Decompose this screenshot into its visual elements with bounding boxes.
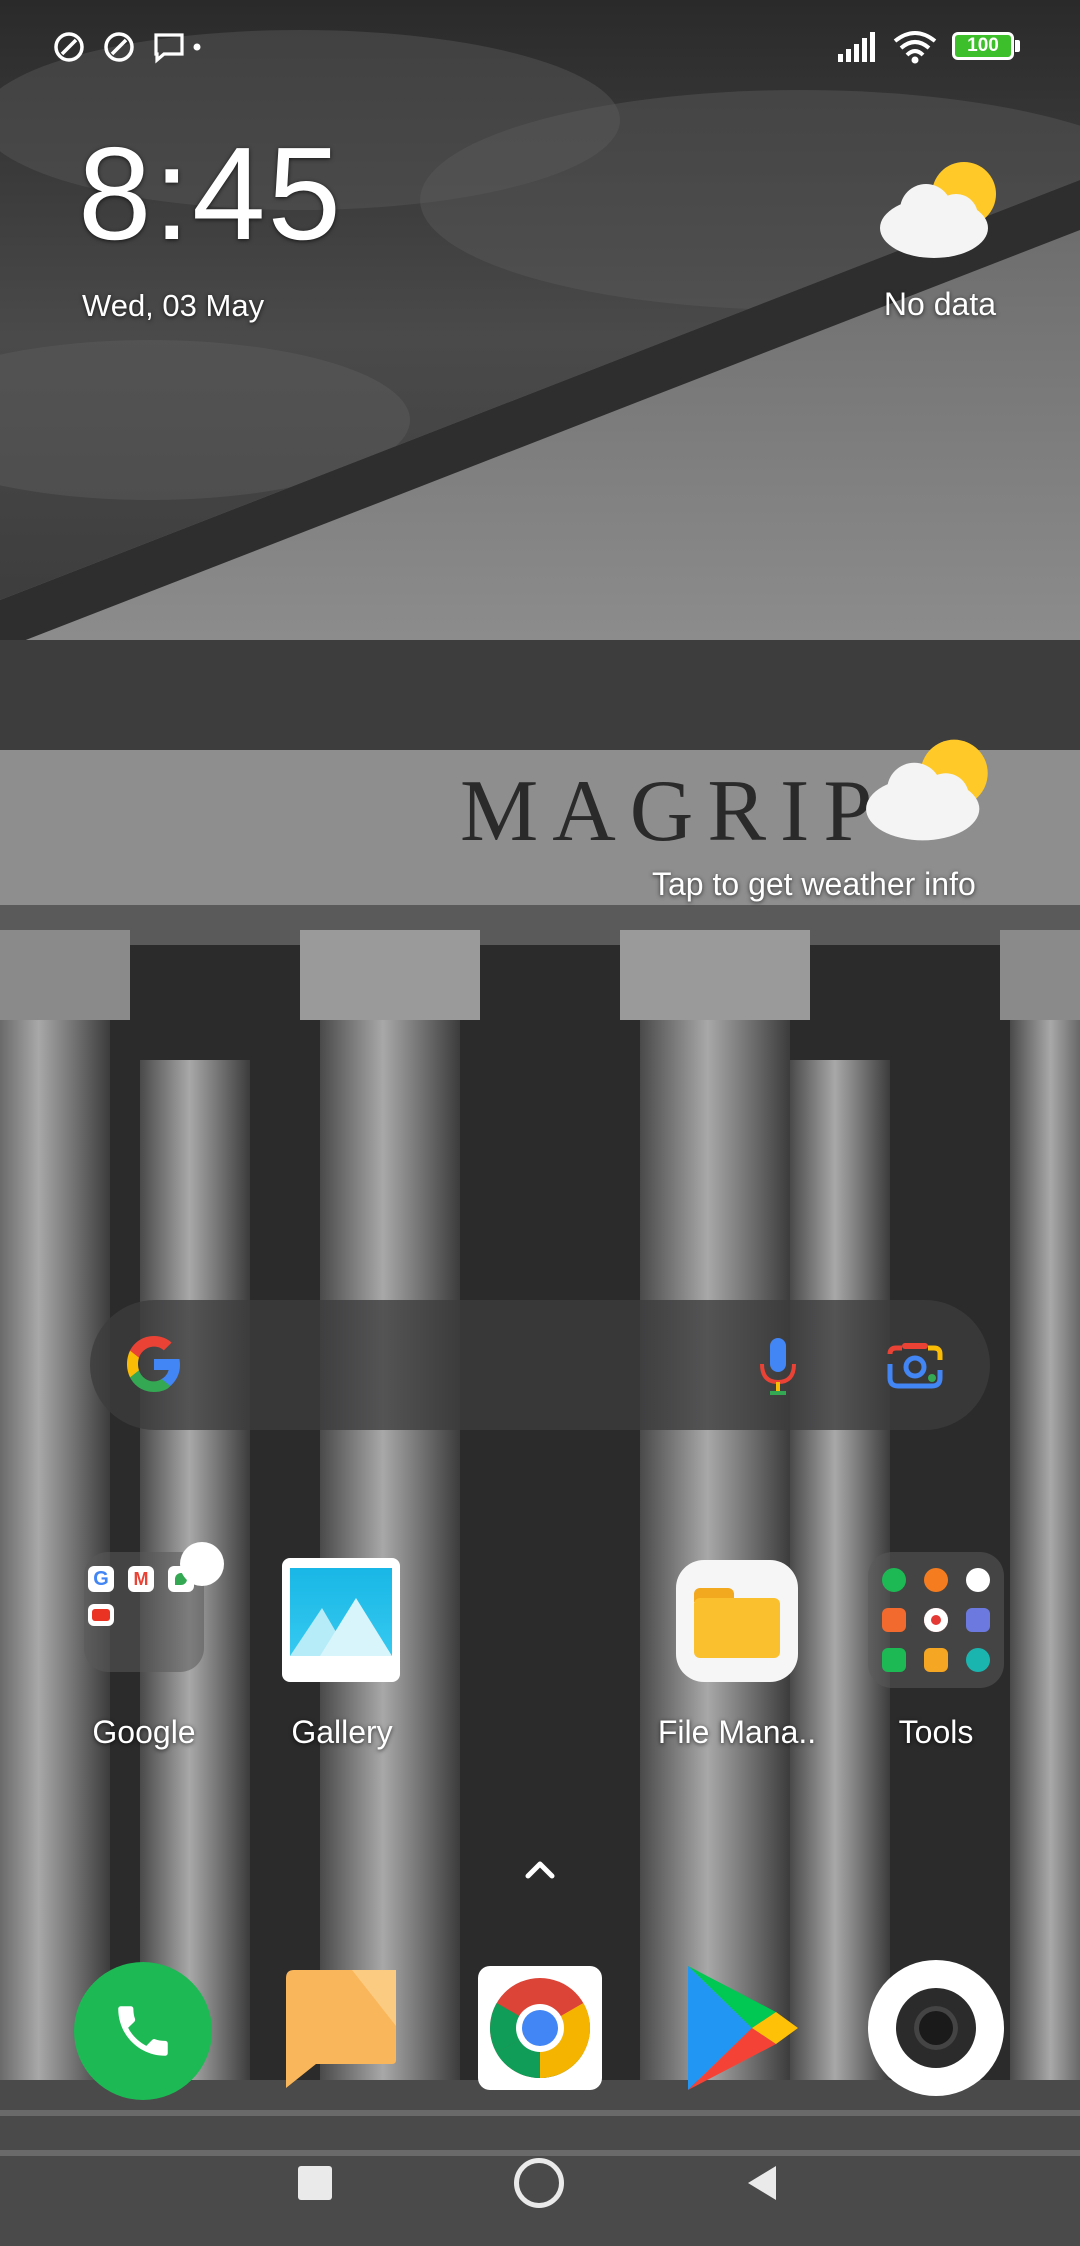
compass-mini-icon: [966, 1648, 990, 1672]
clock-mini-icon: [966, 1568, 990, 1592]
phone-handset-icon: [118, 2006, 168, 2056]
auto-sync-icon: [104, 32, 134, 62]
google-logo-icon[interactable]: [122, 1332, 186, 1396]
downloads-mini-icon: [882, 1648, 906, 1672]
clock-time[interactable]: 8:45: [78, 128, 343, 260]
screen-recorder-mini-icon: [882, 1608, 906, 1632]
chrome-icon[interactable]: [478, 1966, 602, 2090]
camera-lens-inner: [914, 2006, 958, 2050]
google-search-bar[interactable]: [90, 1300, 990, 1430]
home-button[interactable]: [514, 2158, 564, 2208]
youtube-mini-icon: [88, 1604, 114, 1626]
chevron-up-icon[interactable]: [522, 1858, 558, 1882]
signal-icon: [838, 32, 875, 62]
wallpaper: MAGRIP: [0, 0, 1080, 2246]
google-mini-icon: G: [88, 1566, 114, 1592]
notification-dot: [180, 1542, 224, 1586]
recents-button[interactable]: [298, 2166, 332, 2200]
phone-icon[interactable]: [74, 1962, 212, 2100]
back-button[interactable]: [744, 2164, 778, 2202]
clock-date[interactable]: Wed, 03 May: [82, 288, 264, 324]
message-icon: [154, 33, 184, 64]
gmail-mini-icon: M: [128, 1566, 154, 1592]
battery-level: 100: [967, 35, 999, 56]
mic-icon[interactable]: [756, 1336, 800, 1398]
app-label-file-manager[interactable]: File Mana..: [637, 1714, 837, 1751]
messaging-icon[interactable]: [282, 1966, 400, 2092]
gallery-picture: [290, 1568, 392, 1656]
partly-cloudy-icon[interactable]: [864, 735, 994, 845]
app-label-google[interactable]: Google: [44, 1714, 244, 1751]
dot-icon: [193, 43, 201, 51]
play-store-icon[interactable]: [680, 1962, 802, 2094]
scanner-mini-icon: [966, 1608, 990, 1632]
wifi-icon: [893, 31, 937, 64]
weather-hint-text[interactable]: Tap to get weather info: [652, 866, 976, 903]
camera-icon[interactable]: [868, 1960, 1004, 2096]
wallpaper-inscription: MAGRIP: [460, 763, 886, 860]
battery-icon: 100: [952, 32, 1014, 60]
file-manager-icon[interactable]: [676, 1560, 798, 1682]
calculator-mini-icon: [924, 1568, 948, 1592]
battery-tip: [1015, 40, 1020, 52]
tools-folder-icon[interactable]: [868, 1552, 1004, 1688]
folder-body: [694, 1598, 780, 1658]
partly-cloudy-icon[interactable]: [878, 160, 1002, 260]
notes-mini-icon: [924, 1648, 948, 1672]
auto-sync-icon: [54, 32, 84, 62]
app-label-tools[interactable]: Tools: [836, 1714, 1036, 1751]
chrome-logo: [490, 1978, 590, 2078]
lens-icon[interactable]: [886, 1340, 944, 1390]
weather-status[interactable]: No data: [884, 286, 996, 323]
gallery-icon[interactable]: [282, 1558, 400, 1682]
phone-mini-icon: [882, 1568, 906, 1592]
app-label-gallery[interactable]: Gallery: [242, 1714, 442, 1751]
recorder-mini-icon: [924, 1608, 948, 1632]
